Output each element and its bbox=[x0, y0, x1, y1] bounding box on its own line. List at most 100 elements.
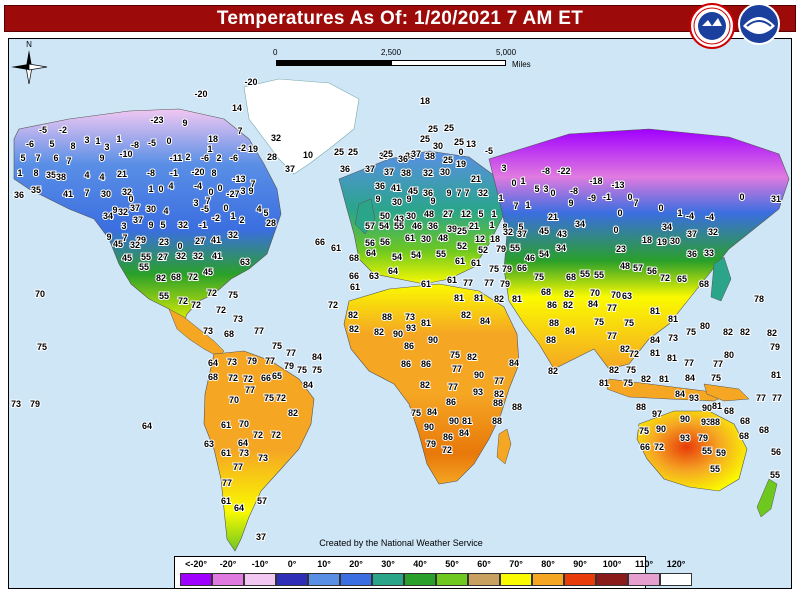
temperature-reading: 9 bbox=[430, 196, 435, 206]
nws-logo-icon bbox=[689, 3, 735, 49]
temperature-reading: 9 bbox=[106, 232, 111, 242]
temperature-reading: 21 bbox=[469, 221, 479, 231]
temperature-reading: -13 bbox=[611, 180, 624, 190]
temperature-reading: 19 bbox=[248, 144, 258, 154]
temperature-reading: 82 bbox=[564, 289, 574, 299]
temperature-reading: 82 bbox=[348, 310, 358, 320]
temperature-reading: 9 bbox=[248, 186, 253, 196]
temperature-reading: -8 bbox=[147, 168, 155, 178]
temperature-reading: 75 bbox=[626, 365, 636, 375]
temperature-reading: 84 bbox=[303, 380, 313, 390]
temperature-reading: 3 bbox=[543, 184, 548, 194]
legend-swatch bbox=[596, 573, 628, 586]
legend-label: 100° bbox=[602, 559, 622, 569]
temperature-reading: 54 bbox=[411, 250, 421, 260]
title-bar: Temperatures As Of: 1/20/2021 7 AM ET bbox=[0, 0, 800, 38]
temperature-reading: 68 bbox=[699, 279, 709, 289]
legend-swatches bbox=[180, 573, 692, 586]
temperature-reading: 55 bbox=[139, 262, 149, 272]
temperature-reading: 75 bbox=[411, 408, 421, 418]
temperature-reading: 63 bbox=[369, 271, 379, 281]
temperature-reading: 72 bbox=[629, 349, 639, 359]
legend-swatch bbox=[436, 573, 468, 586]
temperature-reading: 25 bbox=[443, 155, 453, 165]
temperature-reading: 32 bbox=[130, 240, 140, 250]
temperature-reading: 55 bbox=[159, 291, 169, 301]
world-map: -20-2014-23 9-5 -23 1 1 18732-6 5 8 3 -8 -5 01 -2 191… bbox=[9, 39, 791, 588]
temperature-reading: 75 bbox=[297, 365, 307, 375]
temperature-reading: 81 bbox=[668, 314, 678, 324]
temperature-reading: 55 bbox=[510, 243, 520, 253]
temperature-reading: 9 bbox=[99, 153, 104, 163]
temperature-reading: 64 bbox=[238, 438, 248, 448]
temperature-reading: 5 bbox=[534, 184, 539, 194]
temperature-reading: 6 bbox=[53, 153, 58, 163]
legend-label: 0° bbox=[287, 559, 297, 569]
legend-swatch bbox=[244, 573, 276, 586]
temperature-reading: 0 bbox=[223, 203, 228, 213]
temperature-reading: 90 bbox=[424, 422, 434, 432]
temperature-reading: 13 bbox=[466, 139, 476, 149]
temperature-reading: 7 bbox=[84, 188, 89, 198]
temperature-reading: 59 bbox=[716, 448, 726, 458]
temperature-reading: 82 bbox=[723, 327, 733, 337]
temperature-reading: -18 bbox=[589, 176, 602, 186]
temperature-reading: 52 bbox=[478, 245, 488, 255]
temperature-reading: -6 bbox=[201, 153, 209, 163]
legend-label: 60° bbox=[477, 559, 491, 569]
temperature-reading: 77 bbox=[772, 393, 782, 403]
temperature-reading: 80 bbox=[700, 321, 710, 331]
temperature-reading: 32 bbox=[193, 251, 203, 261]
north-arrow-icon: N bbox=[11, 40, 48, 85]
temperature-reading: 45 bbox=[539, 226, 549, 236]
temperature-reading: 75 bbox=[639, 426, 649, 436]
temperature-reading: 73 bbox=[405, 312, 415, 322]
temperature-reading: 0 bbox=[458, 147, 463, 157]
temperature-reading: 54 bbox=[379, 221, 389, 231]
temperature-reading: 72 bbox=[442, 445, 452, 455]
temperature-reading: 41 bbox=[63, 189, 73, 199]
temperature-reading: 1 bbox=[230, 211, 235, 221]
temperature-reading: -20 bbox=[194, 89, 207, 99]
temperature-reading: 55 bbox=[710, 464, 720, 474]
legend-swatch bbox=[500, 573, 532, 586]
temperature-reading: 3 bbox=[193, 198, 198, 208]
legend-label: 120° bbox=[666, 559, 686, 569]
temperature-reading: 84 bbox=[650, 335, 660, 345]
temperature-reading: 0 bbox=[217, 183, 222, 193]
temperature-reading: 72 bbox=[660, 273, 670, 283]
temperature-reading: 1 bbox=[489, 220, 494, 230]
temperature-reading: -6 bbox=[230, 153, 238, 163]
temperature-reading: 64 bbox=[142, 421, 152, 431]
temperature-reading: 73 bbox=[668, 333, 678, 343]
temperature-reading: 33 bbox=[704, 248, 714, 258]
temperature-reading: 32 bbox=[503, 227, 513, 237]
temperature-reading: 79 bbox=[502, 264, 512, 274]
temperature-reading: 32 bbox=[118, 207, 128, 217]
temperature-reading: 57 bbox=[257, 496, 267, 506]
temperature-reading: 68 bbox=[566, 272, 576, 282]
temperature-reading: 75 bbox=[312, 365, 322, 375]
scale-label-0: 0 bbox=[273, 48, 278, 57]
temperature-reading: 75 bbox=[624, 318, 634, 328]
temperature-reading: 75 bbox=[711, 373, 721, 383]
map-area[interactable]: -20 -20 14 -23 9 -5 -2 3 1 1 18 7 32 -6 5 8 3 -8 -5 0 1 -2 19 1… bbox=[8, 38, 792, 589]
temperature-reading: 68 bbox=[724, 406, 734, 416]
temperature-reading: 82 bbox=[420, 380, 430, 390]
temperature-reading: 32 bbox=[478, 188, 488, 198]
temperature-reading: 9 bbox=[182, 118, 187, 128]
temperature-reading: 93 bbox=[680, 433, 690, 443]
temperature-reading: 7 bbox=[237, 126, 242, 136]
legend-labels: <-20° -20° -10° 0° 10° 20° 30° 40° 50° 60° 70° 80° 9… bbox=[180, 559, 692, 569]
temperature-reading: 25 bbox=[428, 124, 438, 134]
temperature-reading: 82 bbox=[609, 365, 619, 375]
temperature-reading: 50 bbox=[380, 211, 390, 221]
temperature-reading: 27 bbox=[443, 209, 453, 219]
temperature-reading: 1 bbox=[17, 168, 22, 178]
temperature-reading: 37 bbox=[517, 229, 527, 239]
temperature-reading: 4 bbox=[163, 206, 168, 216]
temperature-reading: 72 bbox=[276, 393, 286, 403]
temperature-reading: 81 bbox=[474, 293, 484, 303]
temperature-reading: 48 bbox=[438, 233, 448, 243]
temperature-reading: 56 bbox=[365, 238, 375, 248]
